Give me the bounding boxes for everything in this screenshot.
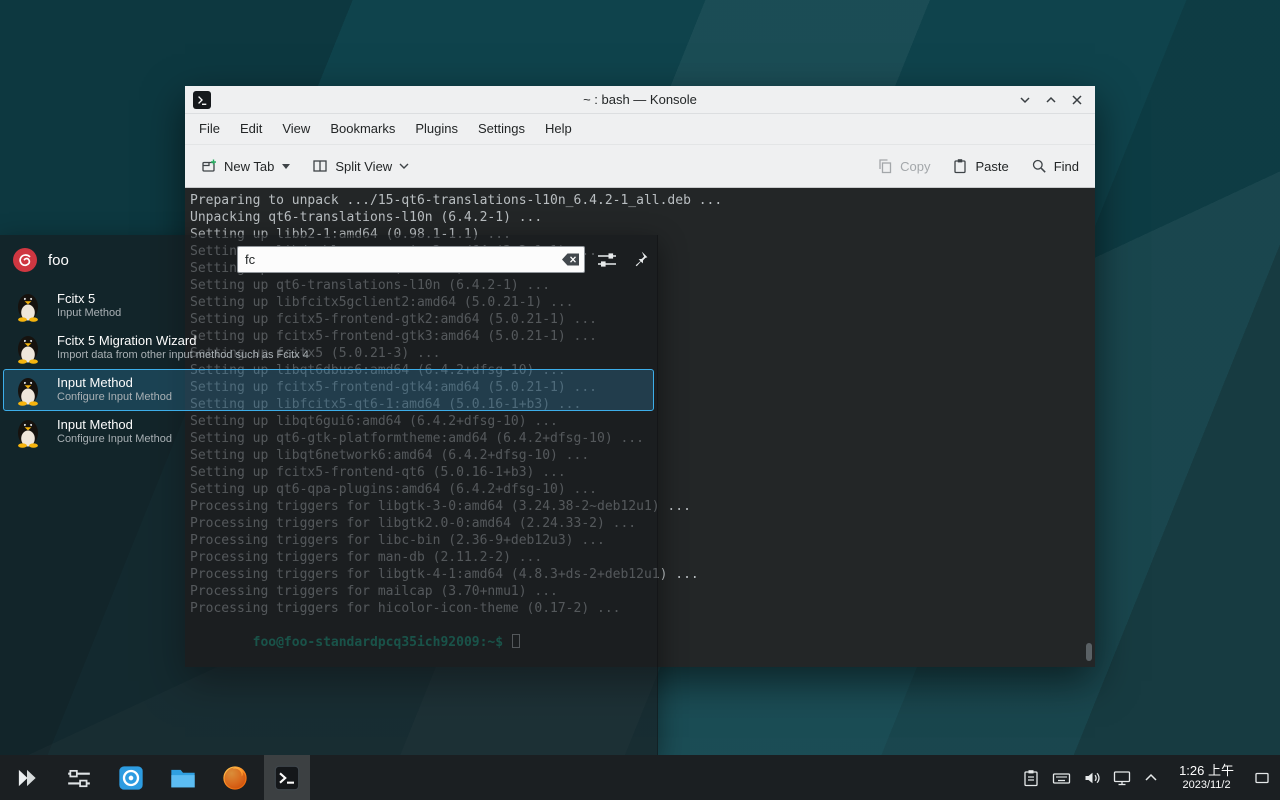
result-title: Fcitx 5 Migration Wizard [57,333,309,349]
minimize-icon [1019,94,1031,106]
konsole-app-icon [193,91,211,109]
digital-clock[interactable]: 1:26 上午 2023/11/2 [1171,763,1242,792]
menu-item[interactable]: File [189,114,230,144]
search-popup: foo [0,235,658,755]
file-manager-icon [169,764,197,792]
search-result[interactable]: Input Method Configure Input Method [3,411,654,453]
software-center-icon [117,764,145,792]
show-desktop-icon [1254,770,1270,786]
search-results: Fcitx 5 Input Method [0,285,657,453]
find-label: Find [1054,159,1079,174]
terminal-scrollbar[interactable] [1085,188,1093,667]
terminal-line: Unpacking qt6-translations-l10n (6.4.2-1… [190,209,1095,226]
distro-icon [12,247,38,273]
copy-icon [877,158,893,174]
scrollbar-thumb[interactable] [1086,643,1092,661]
keyboard-tray-button[interactable] [1052,769,1071,787]
terminal-line: Preparing to unpack .../15-qt6-translati… [190,192,1095,209]
maximize-icon [1045,94,1057,106]
new-tab-dropdown-icon[interactable] [282,164,290,169]
split-view-chevron-icon [399,162,409,170]
menu-item[interactable]: Edit [230,114,272,144]
copy-button: Copy [877,158,930,174]
user-label: foo [48,252,69,269]
pager-button[interactable] [56,755,102,800]
copy-label: Copy [900,159,930,174]
tux-icon [12,332,44,364]
find-icon [1031,158,1047,174]
result-subtitle: Input Method [57,307,121,321]
clipboard-tray-button[interactable] [1022,769,1040,787]
menu-item[interactable]: View [272,114,320,144]
show-desktop-button[interactable] [1254,770,1270,786]
taskbar: 1:26 上午 2023/11/2 [0,755,1280,800]
result-subtitle: Configure Input Method [57,433,172,447]
maximize-button[interactable] [1041,90,1061,110]
new-tab-icon [201,158,217,174]
paste-label: Paste [975,159,1008,174]
search-popup-header: foo [0,235,657,285]
configure-icon[interactable] [597,251,617,274]
display-button[interactable] [1113,769,1131,787]
split-view-icon [312,158,328,174]
clipboard-tray-icon [1022,769,1040,787]
split-view-label: Split View [335,159,392,174]
konsole-task[interactable] [264,755,310,800]
new-tab-label: New Tab [224,159,274,174]
firefox-task[interactable] [212,755,258,800]
konsole-task-icon [273,764,301,792]
tux-icon [12,416,44,448]
clock-time: 1:26 上午 [1179,763,1234,779]
volume-button[interactable] [1083,769,1101,787]
search-result[interactable]: Fcitx 5 Migration Wizard Import data fro… [3,327,654,369]
split-view-button[interactable]: Split View [312,158,409,174]
firefox-icon [221,764,249,792]
menu-item[interactable]: Bookmarks [320,114,405,144]
menubar: FileEditViewBookmarksPluginsSettingsHelp [185,114,1095,145]
pager-icon [66,765,92,791]
tux-icon [12,374,44,406]
window-titlebar[interactable]: ~ : bash — Konsole [185,86,1095,114]
menu-item[interactable]: Help [535,114,582,144]
find-button[interactable]: Find [1031,158,1079,174]
minimize-button[interactable] [1015,90,1035,110]
tray-expand-icon [1143,770,1159,786]
result-title: Input Method [57,375,172,391]
menu-item[interactable]: Plugins [405,114,468,144]
window-title: ~ : bash — Konsole [185,92,1095,107]
clear-search-icon[interactable] [561,252,580,272]
pin-icon[interactable] [631,250,649,273]
result-subtitle: Import data from other input method such… [57,349,309,363]
desktop: ~ : bash — Konsole FileEditViewBookmarks… [0,0,1280,800]
search-result[interactable]: Input Method Configure Input Method [3,369,654,411]
result-title: Input Method [57,417,172,433]
search-input[interactable] [237,246,585,273]
application-launcher-button[interactable] [4,755,50,800]
tux-icon [12,290,44,322]
display-icon [1113,769,1131,787]
menu-item[interactable]: Settings [468,114,535,144]
paste-icon [952,158,968,174]
toolbar: New Tab Split View Copy Paste Find [185,145,1095,188]
result-title: Fcitx 5 [57,291,121,307]
close-button[interactable] [1067,90,1087,110]
close-icon [1071,94,1083,106]
search-result[interactable]: Fcitx 5 Input Method [3,285,654,327]
keyboard-tray-icon [1052,769,1071,787]
result-subtitle: Configure Input Method [57,391,172,405]
clock-date: 2023/11/2 [1182,779,1230,792]
volume-icon [1083,769,1101,787]
paste-button[interactable]: Paste [952,158,1008,174]
file-manager-task[interactable] [160,755,206,800]
software-center-task[interactable] [108,755,154,800]
system-tray: 1:26 上午 2023/11/2 [1022,763,1276,792]
new-tab-button[interactable]: New Tab [201,158,274,174]
tray-expand-button[interactable] [1143,770,1159,786]
plasma-launcher-icon [14,765,40,791]
